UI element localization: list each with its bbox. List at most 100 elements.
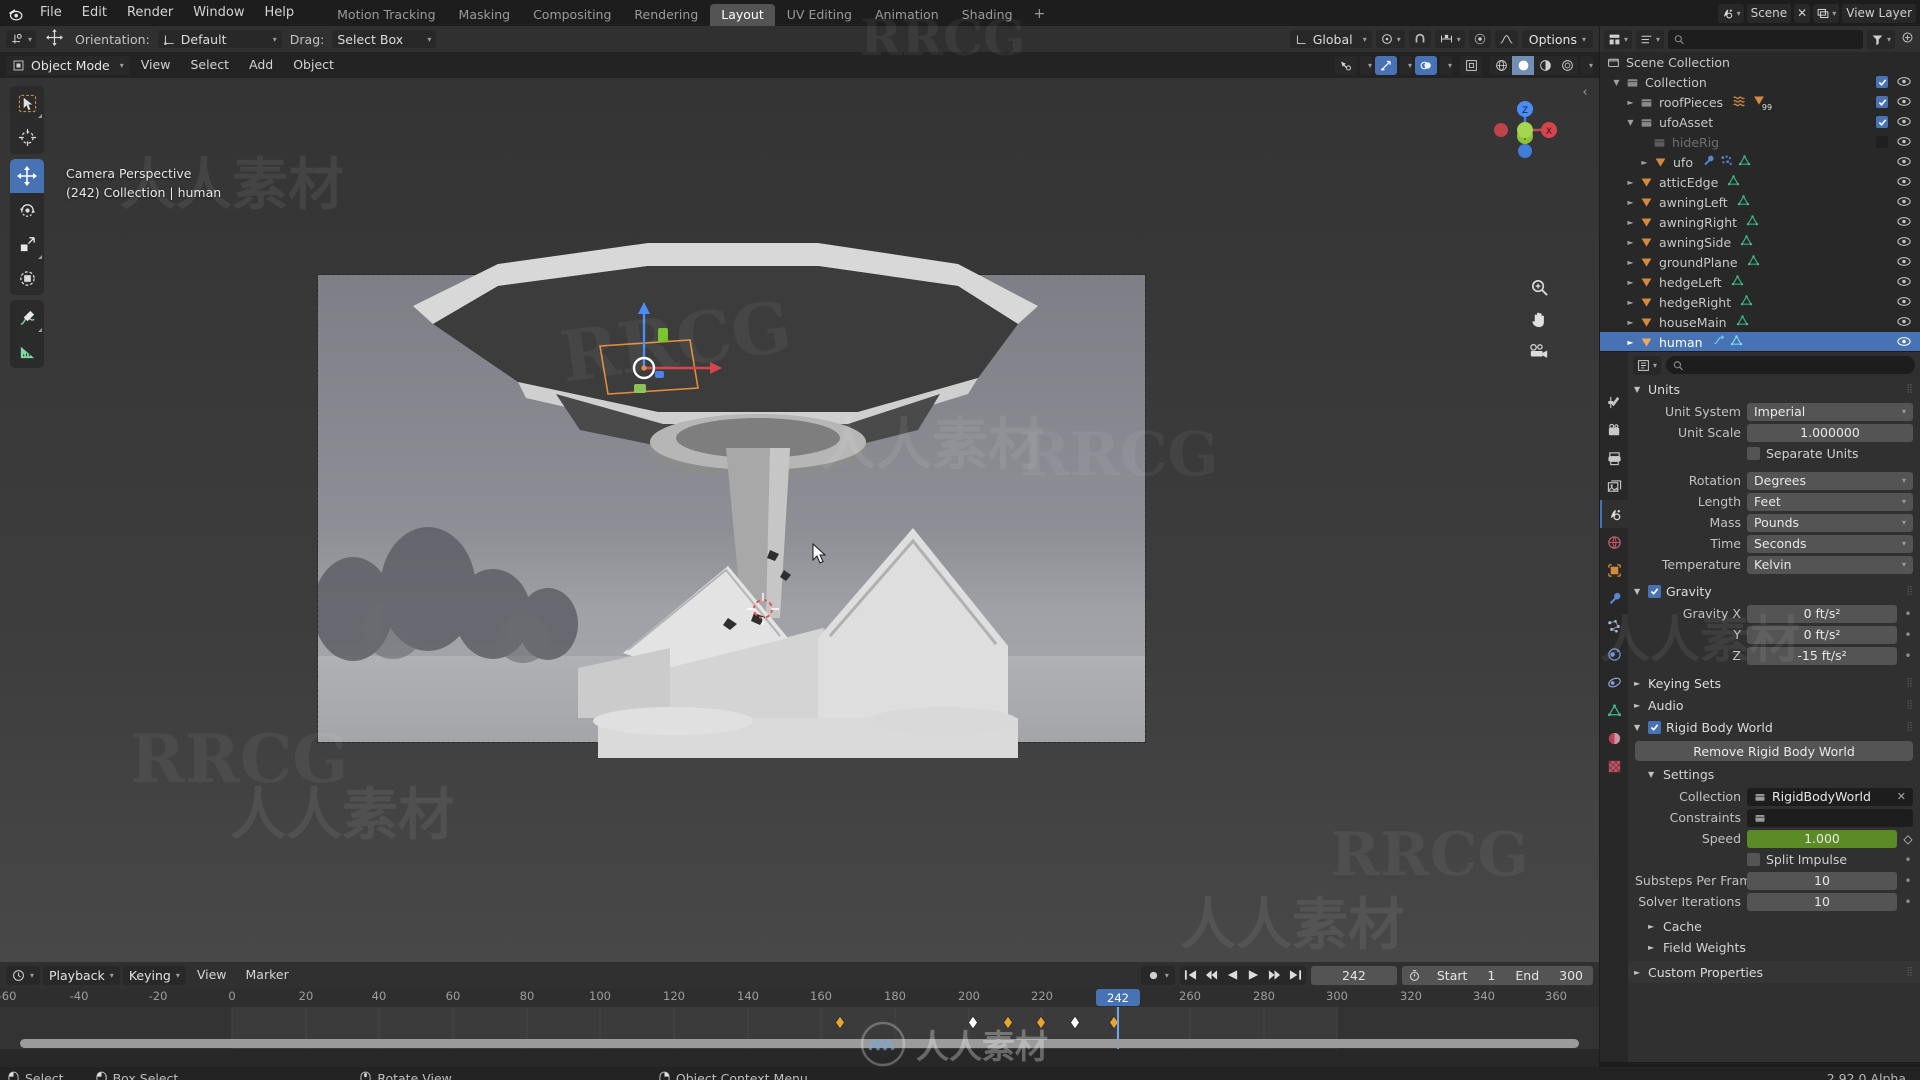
length-row[interactable]: Length Feet ▾ bbox=[1635, 492, 1913, 511]
move-gizmo-icon[interactable] bbox=[42, 28, 67, 50]
viewport-menu-object[interactable]: Object bbox=[284, 52, 343, 78]
visibility-eye-icon[interactable] bbox=[1897, 235, 1911, 250]
properties-editor[interactable]: ▾ ▼ Units ⣿ Unit System Imperial ▾ Unit … bbox=[1600, 352, 1920, 1062]
modifier-tab-icon[interactable] bbox=[1600, 584, 1628, 612]
rbw-solver-row[interactable]: Solver Iterations 10 • bbox=[1635, 892, 1913, 911]
wrench-modifier-icon[interactable] bbox=[1702, 154, 1715, 170]
current-frame-field[interactable]: 242 bbox=[1310, 965, 1397, 985]
outliner-row-human[interactable]: ► human bbox=[1600, 332, 1920, 351]
rigid-body-world-panel-header[interactable]: ▼ Rigid Body World ⣿ bbox=[1628, 716, 1920, 738]
tab-masking[interactable]: Masking bbox=[448, 4, 522, 26]
remove-rigid-body-world-button[interactable]: Remove Rigid Body World bbox=[1635, 741, 1913, 761]
rigid-body-world-enable-checkbox[interactable] bbox=[1648, 720, 1661, 734]
disclosure-triangle-icon[interactable]: ► bbox=[1624, 98, 1637, 107]
length-dropdown[interactable]: Feet ▾ bbox=[1747, 492, 1913, 511]
disclosure-triangle-icon[interactable]: ► bbox=[1624, 238, 1637, 247]
zoom-icon[interactable] bbox=[1526, 274, 1552, 300]
disclosure-triangle-icon[interactable]: ► bbox=[1624, 318, 1637, 327]
visibility-eye-icon[interactable] bbox=[1897, 195, 1911, 210]
mesh-data-icon[interactable] bbox=[1746, 214, 1759, 230]
keyframe-diamond-icon[interactable]: ◇ bbox=[1903, 832, 1913, 846]
outliner-row-hiderig[interactable]: hideRig bbox=[1600, 132, 1920, 152]
view-layer-tab-icon[interactable] bbox=[1600, 472, 1628, 500]
properties-tab-bar[interactable] bbox=[1600, 352, 1628, 1062]
panel-disclosure-icon[interactable]: ► bbox=[1634, 679, 1643, 688]
unit-scale-row[interactable]: Unit Scale 1.000000 bbox=[1635, 423, 1913, 442]
outliner-search-input[interactable] bbox=[1668, 29, 1863, 49]
outliner-row-awningside[interactable]: ► awningSide bbox=[1600, 232, 1920, 252]
viewport-3d[interactable]: Camera Perspective (242) Collection | hu… bbox=[0, 78, 1599, 962]
snap-target-dropdown[interactable]: ▾ bbox=[1434, 30, 1465, 48]
frame-range-fields[interactable]: Start 1 End 300 bbox=[1401, 965, 1593, 985]
visibility-eye-icon[interactable] bbox=[1897, 75, 1911, 90]
visibility-eye-icon[interactable] bbox=[1897, 115, 1911, 130]
timeline-menu-view[interactable]: View bbox=[189, 962, 235, 988]
drag-dropdown[interactable]: Select Box ▾ bbox=[332, 30, 437, 48]
panel-disclosure-icon[interactable]: ▼ bbox=[1634, 723, 1643, 732]
material-tab-icon[interactable] bbox=[1600, 724, 1628, 752]
mass-dropdown[interactable]: Pounds ▾ bbox=[1747, 513, 1913, 532]
menu-help[interactable]: Help bbox=[255, 0, 305, 26]
outliner-row-housemain[interactable]: ► houseMain bbox=[1600, 312, 1920, 332]
audio-panel-header[interactable]: ► Audio ⣿ bbox=[1628, 694, 1920, 716]
animate-property-dot[interactable]: • bbox=[1903, 853, 1913, 867]
keyframe-marker[interactable] bbox=[1070, 1015, 1080, 1030]
timeline-scrollbar-thumb[interactable] bbox=[20, 1039, 1579, 1048]
outliner-row-awningright[interactable]: ► awningRight bbox=[1600, 212, 1920, 232]
keyframe-marker[interactable] bbox=[835, 1015, 845, 1030]
disclosure-triangle-icon[interactable]: ► bbox=[1624, 218, 1637, 227]
timeline-menu-marker[interactable]: Marker bbox=[238, 962, 297, 988]
gizmo-dropdown-icon[interactable]: ▾ bbox=[1360, 55, 1372, 75]
playback-buttons[interactable] bbox=[1179, 965, 1306, 985]
rbw-constraints-row[interactable]: Constraints bbox=[1635, 808, 1913, 827]
outliner-row-roofpieces[interactable]: ► roofPieces 99 bbox=[1600, 92, 1920, 112]
outliner-row-awningleft[interactable]: ► awningLeft bbox=[1600, 192, 1920, 212]
selected-object-gizmo[interactable] bbox=[560, 302, 750, 438]
camera-view-icon[interactable] bbox=[1526, 338, 1552, 364]
object-mode-dropdown[interactable]: Object Mode ▾ bbox=[6, 55, 130, 75]
collection-enable-checkbox[interactable] bbox=[1876, 96, 1888, 108]
new-scene-button[interactable]: ✕ bbox=[1794, 3, 1811, 23]
gravity-y-row[interactable]: Y 0 ft/s² • bbox=[1635, 625, 1913, 644]
animate-property-dot[interactable]: • bbox=[1903, 649, 1913, 663]
move-tool-icon[interactable] bbox=[10, 159, 44, 193]
properties-body[interactable]: ▾ ▼ Units ⣿ Unit System Imperial ▾ Unit … bbox=[1628, 352, 1920, 1062]
proportional-editing-icon[interactable] bbox=[1468, 30, 1491, 48]
timeline-editor-type-icon[interactable]: ▾ bbox=[6, 965, 41, 985]
viewport-menu-view[interactable]: View bbox=[132, 52, 180, 78]
scale-tool-icon[interactable] bbox=[10, 227, 44, 261]
properties-search-field[interactable] bbox=[1688, 358, 1908, 372]
time-dropdown[interactable]: Seconds ▾ bbox=[1747, 534, 1913, 553]
keyframe-marker[interactable] bbox=[1036, 1015, 1046, 1030]
split-impulse-checkbox[interactable] bbox=[1747, 853, 1760, 866]
panel-disclosure-icon[interactable]: ► bbox=[1634, 968, 1643, 977]
disclosure-triangle-icon[interactable]: ► bbox=[1624, 338, 1637, 347]
panel-disclosure-icon[interactable]: ► bbox=[1634, 701, 1643, 710]
outliner-row-atticedge[interactable]: ► atticEdge bbox=[1600, 172, 1920, 192]
timeline-menu-keying[interactable]: Keying ▾ bbox=[122, 965, 186, 985]
transform-orientation-dropdown[interactable]: Global ▾ bbox=[1289, 30, 1372, 48]
physics-tab-icon[interactable] bbox=[1600, 640, 1628, 668]
disclosure-triangle-icon[interactable]: ► bbox=[1624, 198, 1637, 207]
outliner-search-field[interactable] bbox=[1689, 32, 1857, 46]
sidebar-collapse-icon[interactable]: ‹ bbox=[1579, 82, 1591, 102]
jump-end-icon[interactable] bbox=[1285, 966, 1306, 985]
output-tab-icon[interactable] bbox=[1600, 444, 1628, 472]
proportional-falloff-icon[interactable] bbox=[1494, 30, 1518, 48]
active-tool-icon[interactable]: ▾ bbox=[6, 30, 37, 48]
rbw-substeps-field[interactable]: 10 bbox=[1747, 871, 1897, 890]
visibility-eye-icon[interactable] bbox=[1897, 275, 1911, 290]
pivot-point-icon[interactable]: ▾ bbox=[1375, 30, 1405, 48]
outliner-editor[interactable]: ▾ ▾ ▾ Scene Collection ▼ Collection ► ro… bbox=[1600, 26, 1920, 351]
menu-render[interactable]: Render bbox=[117, 0, 183, 26]
timeline-menu-playback[interactable]: Playback ▾ bbox=[43, 965, 120, 985]
view-layer-browse-icon[interactable]: ▾ bbox=[1813, 3, 1840, 23]
disclosure-triangle-icon[interactable]: ► bbox=[1624, 298, 1637, 307]
gravity-z-row[interactable]: Z -15 ft/s² • bbox=[1635, 646, 1913, 665]
outliner-row-hedgeright[interactable]: ► hedgeRight bbox=[1600, 292, 1920, 312]
menu-edit[interactable]: Edit bbox=[72, 0, 117, 26]
rbw-speed-row[interactable]: Speed 1.000 ◇ bbox=[1635, 829, 1913, 848]
gravity-y-field[interactable]: 0 ft/s² bbox=[1747, 625, 1897, 644]
keyframe-marker[interactable] bbox=[1003, 1015, 1013, 1030]
outliner-tree[interactable]: Scene Collection ▼ Collection ► roofPiec… bbox=[1600, 52, 1920, 351]
